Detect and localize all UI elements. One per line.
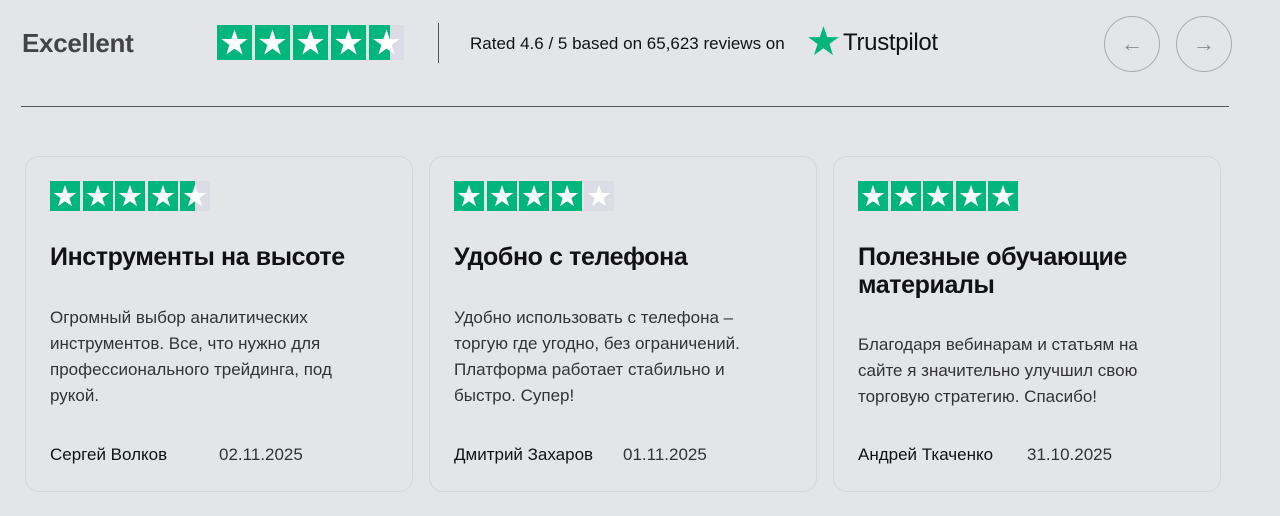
review-card: Полезные обучающие материалы Благодаря в… <box>833 156 1221 492</box>
review-date: 01.11.2025 <box>623 445 707 464</box>
review-card: Удобно с телефона Удобно использовать с … <box>429 156 817 492</box>
trustpilot-star-icon <box>808 26 839 56</box>
star-icon <box>331 25 366 60</box>
trustpilot-wordmark: Trustpilot <box>843 29 938 56</box>
arrow-left-icon: ← <box>1121 31 1143 56</box>
overall-star-rating <box>217 25 404 60</box>
review-title: Инструменты на высоте <box>50 243 345 271</box>
arrow-right-icon: → <box>1193 31 1215 56</box>
review-author: Дмитрий Захаров <box>454 445 594 464</box>
review-text: Огромный выбор аналитических инструменто… <box>50 308 332 405</box>
star-icon <box>50 181 80 211</box>
trustpilot-logo[interactable]: Trustpilot <box>806 24 938 58</box>
review-star-rating <box>858 181 1018 211</box>
star-icon <box>988 181 1018 211</box>
vertical-divider <box>438 23 439 63</box>
review-date: 31.10.2025 <box>1027 445 1113 464</box>
star-icon <box>584 181 614 211</box>
review-text: Благодаря вебинарам и статьям на сайте я… <box>858 335 1138 406</box>
review-title: Полезные обучающие материалы <box>858 243 1128 299</box>
reviews-header: Excellent Rated 4.6 / 5 based on 65,623 … <box>0 0 1280 90</box>
review-text: Удобно использовать с телефона – торгую … <box>454 308 740 405</box>
star-icon <box>369 25 404 60</box>
review-star-rating <box>454 181 614 211</box>
review-date: 02.11.2025 <box>219 445 303 464</box>
star-icon <box>217 25 252 60</box>
star-icon <box>923 181 953 211</box>
review-author: Сергей Волков <box>50 445 168 464</box>
star-icon <box>147 181 178 211</box>
star-icon <box>486 181 517 211</box>
excellent-label: Excellent <box>22 28 134 58</box>
star-icon <box>115 181 145 211</box>
star-icon <box>519 181 549 211</box>
star-icon <box>858 181 888 211</box>
star-icon <box>551 181 582 211</box>
review-card: Инструменты на высоте Огромный выбор ана… <box>25 156 413 492</box>
prev-review-button[interactable]: ← <box>1104 16 1160 72</box>
header-divider <box>21 106 1229 107</box>
star-icon <box>180 181 210 211</box>
review-title: Удобно с телефона <box>454 243 688 271</box>
next-review-button[interactable]: → <box>1176 16 1232 72</box>
rating-summary-text: Rated 4.6 / 5 based on 65,623 reviews on <box>470 34 785 53</box>
star-icon <box>293 25 328 60</box>
star-icon <box>890 181 921 211</box>
star-icon <box>255 25 290 60</box>
star-icon <box>955 181 986 211</box>
star-icon <box>82 181 113 211</box>
review-star-rating <box>50 181 210 211</box>
review-author: Андрей Ткаченко <box>858 445 994 464</box>
star-icon <box>454 181 484 211</box>
